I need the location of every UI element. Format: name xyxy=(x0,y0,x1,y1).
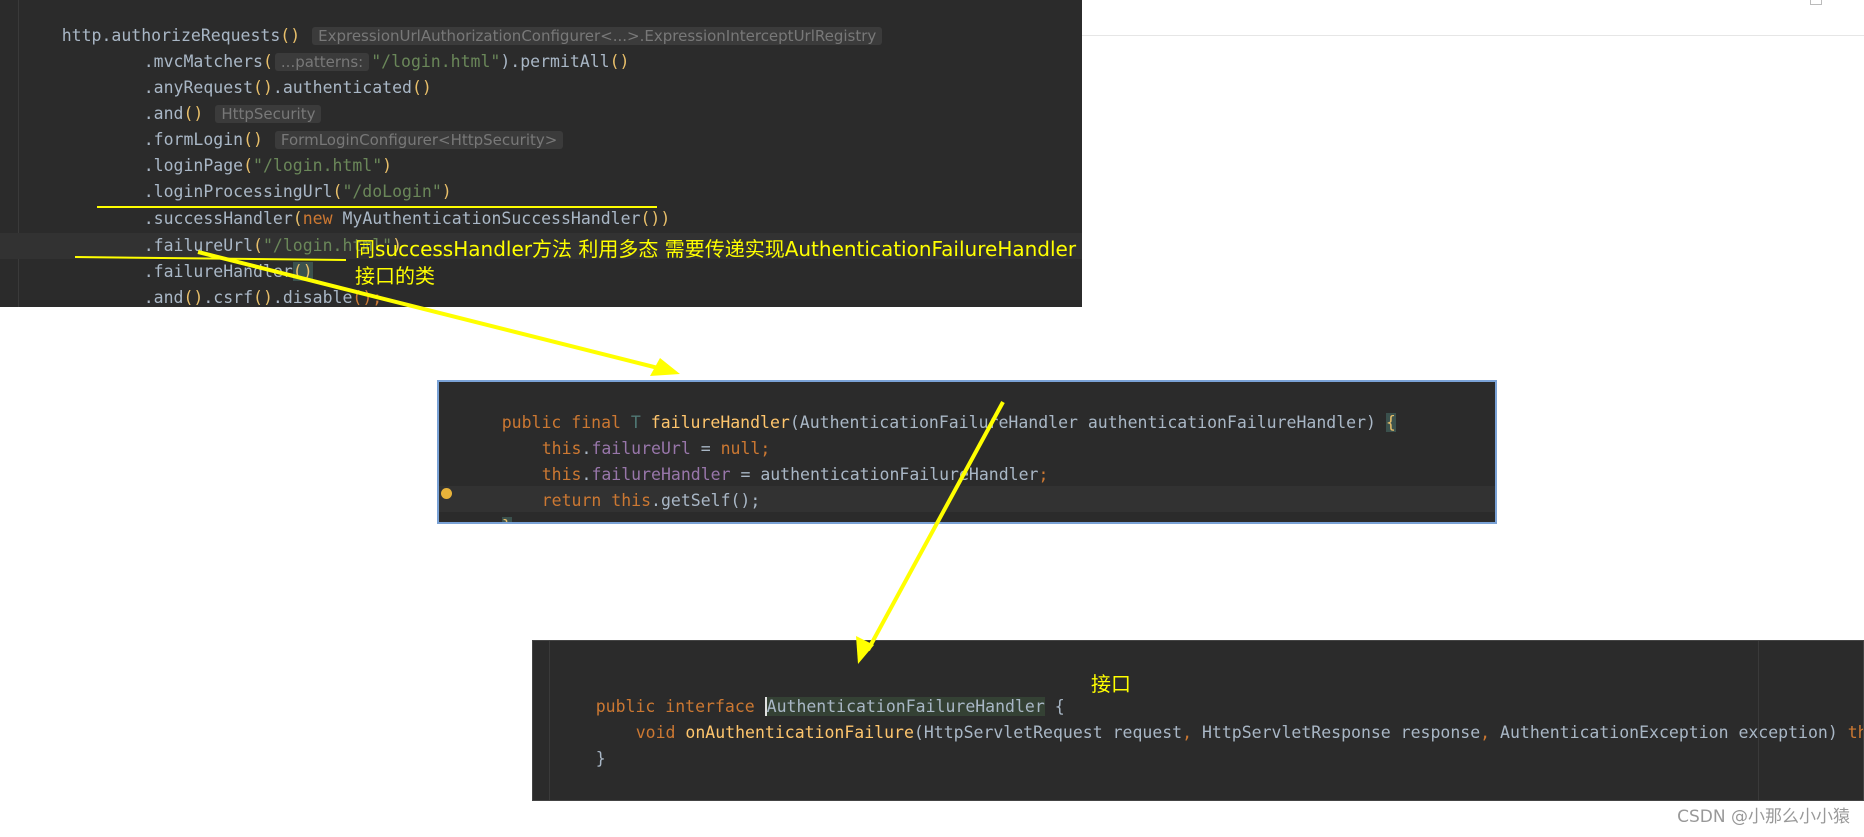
arrow-to-method xyxy=(197,250,667,372)
underline-failure-handler xyxy=(74,256,347,261)
csdn-watermark: CSDN @小那么小小猿 xyxy=(1677,807,1850,827)
annotation-arrows xyxy=(74,206,1005,664)
arrow-to-interface xyxy=(866,401,1005,651)
